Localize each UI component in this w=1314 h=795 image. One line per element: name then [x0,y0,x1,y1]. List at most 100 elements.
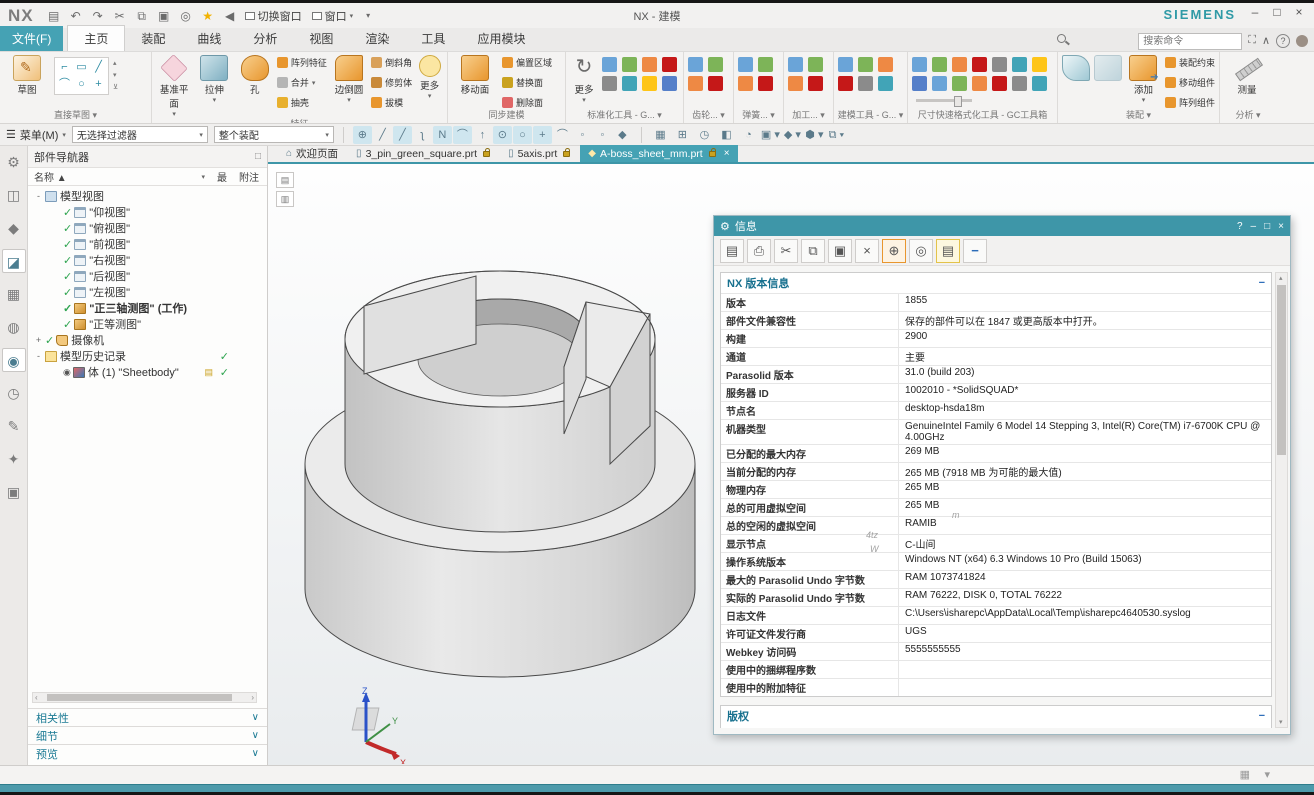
tool-icon[interactable] [688,76,703,91]
assembly-constraints-button[interactable]: 装配约束 [1165,56,1215,69]
file-tab[interactable]: ◆A-boss_sheet_mm.prt× [580,145,737,162]
view-tool-icon[interactable]: ⧉ ▾ [827,126,846,144]
window-menu-button[interactable]: 窗口 ▾ [307,7,359,25]
check-icon[interactable]: ✓ [63,318,72,331]
standardization-more-button[interactable]: ↻ 更多▾ [570,55,598,104]
hd3d-tool-icon[interactable]: ◍ [2,315,26,339]
surface-button[interactable] [1062,55,1090,82]
ribbon-tab-应用模块[interactable]: 应用模块 [461,26,541,51]
column-filter-chevron-icon[interactable]: ▾ [201,173,205,181]
tool-icon[interactable] [708,57,723,72]
check-icon[interactable]: ✓ [63,254,72,267]
tool-icon[interactable] [788,76,803,91]
snap-point-icon[interactable]: ╱ [393,126,412,144]
tool-icon[interactable] [932,57,947,72]
command-finder-icon[interactable]: ◀ [220,7,240,25]
tool-icon[interactable] [1012,57,1027,72]
file-tab[interactable]: ▯5axis.prt [500,145,578,162]
snap-point-icon[interactable]: ◦ [593,126,612,144]
sphere-icon[interactable]: ◎ [176,7,196,25]
snap-point-icon[interactable]: ◦ [573,126,592,144]
collapse-icon[interactable]: - [34,191,43,201]
tool-icon[interactable] [622,76,637,91]
horizontal-scrollbar[interactable]: ‹› [32,692,257,703]
add-component-button[interactable]: 添加▾ [1126,55,1161,104]
expand-icon[interactable]: + [34,335,43,345]
tool-icon[interactable] [758,57,773,72]
resource-gear-icon[interactable]: ⚙ [2,150,26,174]
draft-button[interactable]: 拔模 [371,96,412,109]
tool-icon[interactable] [662,57,677,72]
close-button[interactable]: × [1288,4,1310,22]
cut-icon[interactable]: ✂ [774,239,798,263]
ribbon-tab-工具[interactable]: 工具 [405,26,461,51]
dialog-vertical-scrollbar[interactable]: ▴▾ [1275,272,1288,728]
tree-row[interactable]: ✓"正等测图" [28,316,267,332]
tool-icon[interactable] [952,57,967,72]
dialog-help-icon[interactable]: ? [1237,221,1243,232]
tree-row[interactable]: ✓"后视图" [28,268,267,284]
tool-icon[interactable] [1032,76,1047,91]
user-avatar[interactable] [1296,35,1308,47]
snap-point-icon[interactable]: ○ [513,126,532,144]
curve-tool-icon[interactable]: ⌒ [56,76,73,93]
tool-icon[interactable] [992,76,1007,91]
switch-window-button[interactable]: 切换窗口 [240,7,307,25]
fullscreen-icon[interactable]: ⛶ [1248,34,1256,47]
dialog-close-icon[interactable]: × [1278,221,1284,232]
tool-icon[interactable] [788,57,803,72]
tool-icon[interactable] [858,76,873,91]
view-tool-icon[interactable]: ▣ ▾ [761,126,780,144]
feature-more-button[interactable]: 更多▾ [416,55,443,100]
paste-icon[interactable]: ▣ [828,239,852,263]
page-icon[interactable]: ▥ [276,191,294,207]
snap-point-icon[interactable]: ⊙ [493,126,512,144]
paste-icon[interactable]: ▣ [154,7,174,25]
selection-filter-dropdown[interactable]: 无选择过滤器▾ [72,126,208,143]
snap-point-icon[interactable]: ◆ [613,126,632,144]
qat-customize-chevron-icon[interactable]: ▾ [358,7,378,25]
tool-icon[interactable] [738,57,753,72]
shell-button[interactable]: 抽壳 [277,96,327,109]
tool-icon[interactable] [662,76,677,91]
tool-icon[interactable] [972,76,987,91]
dialog-minimize-icon[interactable]: – [1251,221,1257,232]
tool-icon[interactable] [602,57,617,72]
history-icon[interactable]: ◷ [2,381,26,405]
tree-row[interactable]: ✓"右视图" [28,252,267,268]
view-tool-icon[interactable]: ◧ [717,126,736,144]
check-icon[interactable]: ✓ [63,222,72,235]
tool-icon[interactable] [878,57,893,72]
tool-icon[interactable] [808,57,823,72]
favorites-star-icon[interactable]: ★ [198,7,218,25]
page-icon[interactable]: ▤ [276,172,294,188]
hole-button[interactable]: 孔 [237,55,273,96]
target-icon[interactable]: ⊕ [882,239,906,263]
snap-point-icon[interactable]: N [433,126,452,144]
extrude-button[interactable]: 拉伸▾ [196,55,232,104]
tool-icon[interactable] [642,76,657,91]
list-icon[interactable]: ▤ [936,239,960,263]
print-icon[interactable]: ⎙ [747,239,771,263]
process-studio-icon[interactable]: ✎ [2,414,26,438]
window-grid-icon[interactable]: ▦ [1240,768,1250,781]
menu-button[interactable]: ☰ 菜单(M) ▾ [6,127,66,143]
view-tool-icon[interactable]: ◷ [695,126,714,144]
tool-icon[interactable] [642,57,657,72]
reuse-library-icon[interactable]: ▦ [2,282,26,306]
check-icon[interactable]: ✓ [63,206,72,219]
find-icon[interactable]: ◎ [909,239,933,263]
pattern-component-button[interactable]: 阵列组件 [1165,96,1215,109]
file-tab[interactable]: ⌂欢迎页面 [278,145,346,162]
copy-icon[interactable]: ⧉ [132,7,152,25]
tool-icon[interactable] [602,76,617,91]
snap-point-icon[interactable]: ⌒ [553,126,572,144]
snap-point-icon[interactable]: ╱ [373,126,392,144]
snap-point-icon[interactable]: + [533,126,552,144]
unite-button[interactable]: 合并 ▾ [277,76,327,89]
ribbon-tab-装配[interactable]: 装配 [125,26,181,51]
curve-tool-icon[interactable]: ╱ [90,59,107,76]
cut-icon[interactable]: ✂ [110,7,130,25]
save-icon[interactable]: ▤ [44,7,64,25]
navigator-section-相关性[interactable]: 相关性∨ [28,708,267,726]
